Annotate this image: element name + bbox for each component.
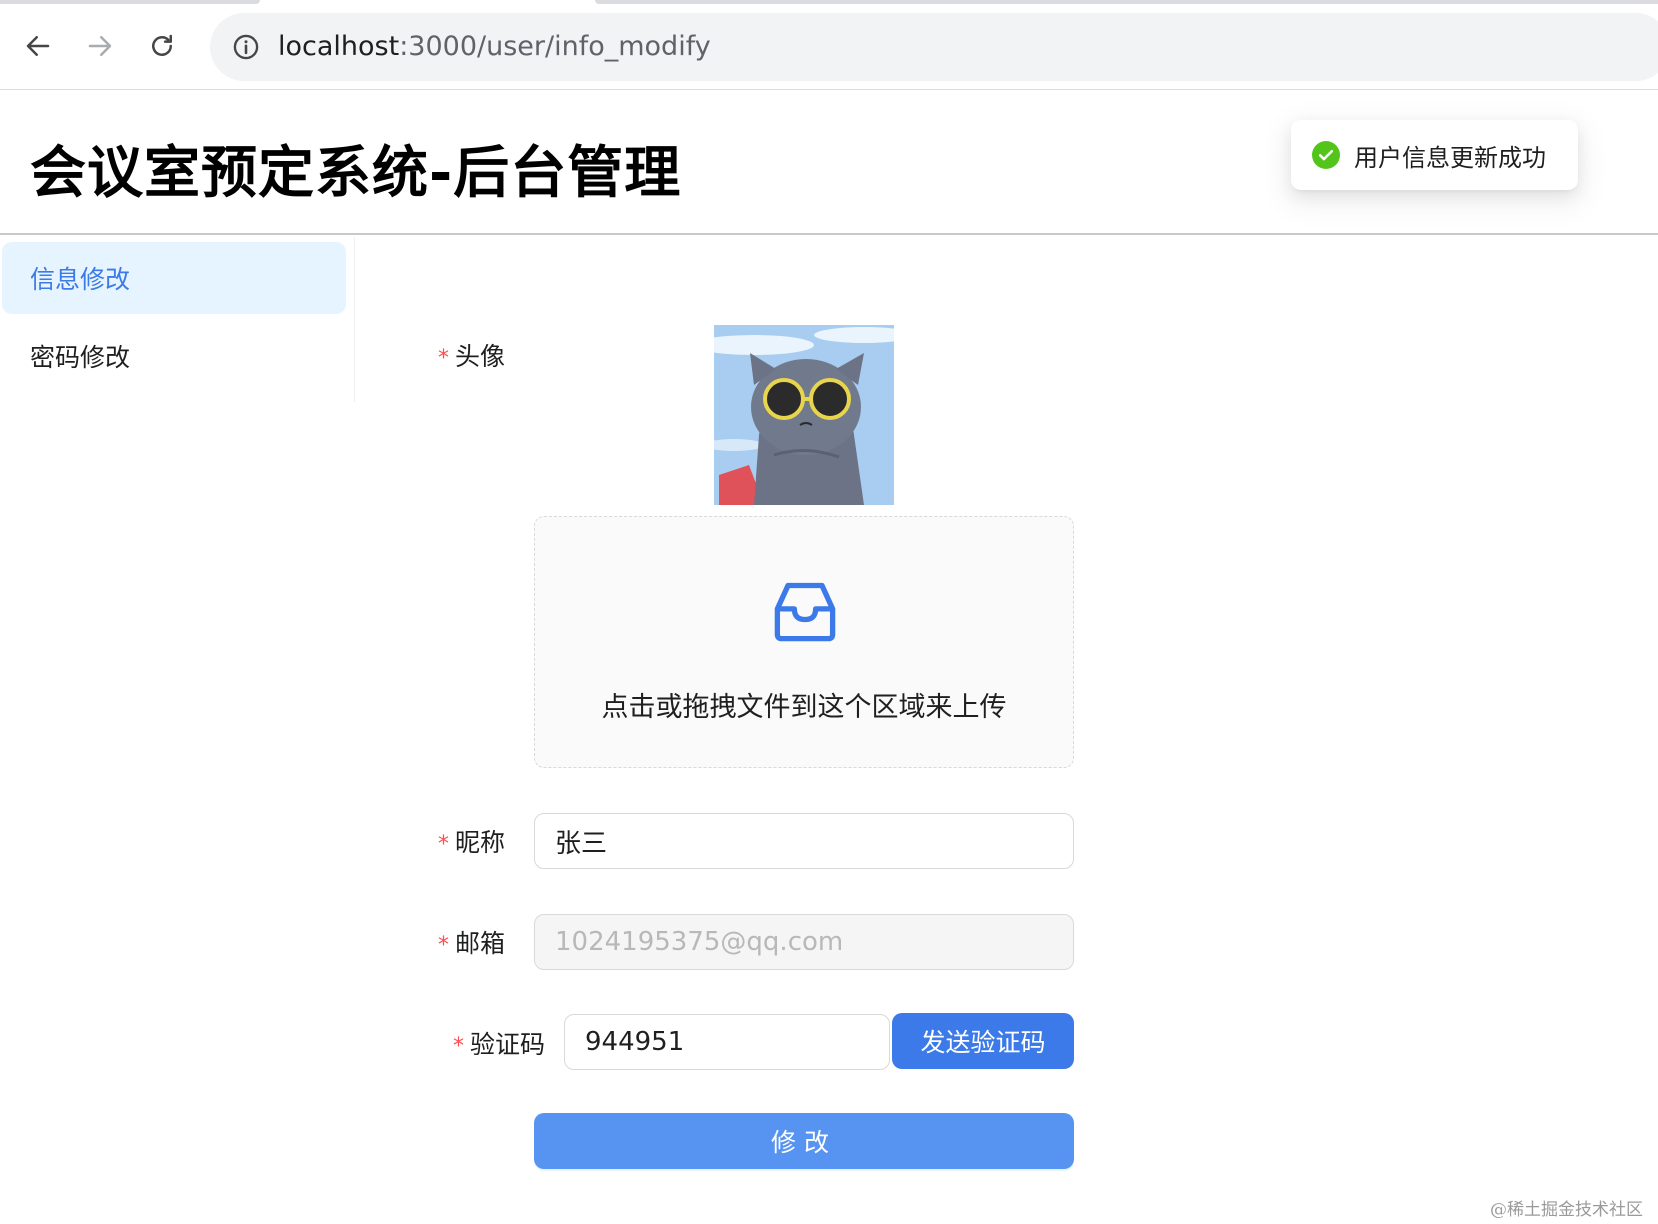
required-mark: * (438, 832, 449, 857)
url-host: localhost (278, 31, 400, 62)
page-title: 会议室预定系统-后台管理 (30, 141, 682, 206)
browser-toolbar: localhost:3000/user/info_modify (0, 6, 1658, 90)
check-circle-icon (1312, 141, 1340, 169)
tab-edge-right (595, 0, 1658, 4)
captcha-input[interactable]: 944951 (564, 1014, 890, 1070)
sidebar-item-label: 信息修改 (30, 265, 131, 294)
captcha-label: * 验证码 (453, 1025, 545, 1061)
email-input: 1024195375@qq.com (534, 914, 1074, 970)
reload-button[interactable] (142, 26, 182, 66)
arrow-left-icon (26, 36, 50, 56)
required-mark: * (438, 933, 449, 958)
submit-button[interactable]: 修改 (534, 1113, 1074, 1169)
forward-button[interactable] (80, 26, 120, 66)
upload-dropzone[interactable]: 点击或拖拽文件到这个区域来上传 (534, 516, 1074, 768)
cat-avatar-image (714, 325, 894, 505)
avatar (714, 325, 894, 505)
upload-hint: 点击或拖拽文件到这个区域来上传 (601, 692, 1007, 723)
address-bar[interactable]: localhost:3000/user/info_modify (210, 13, 1658, 81)
back-button[interactable] (18, 26, 58, 66)
toast-message: 用户信息更新成功 (1354, 143, 1546, 172)
arrow-right-icon (88, 36, 112, 56)
url-path: :3000/user/info_modify (399, 31, 711, 62)
reload-icon (152, 34, 172, 56)
watermark: @稀土掘金技术社区 (1490, 1200, 1643, 1220)
inbox-icon (774, 582, 836, 642)
nickname-label: * 昵称 (438, 823, 505, 859)
captcha-label-text: 验证码 (470, 1030, 546, 1059)
send-code-button[interactable]: 发送验证码 (892, 1013, 1074, 1069)
required-mark: * (453, 1034, 464, 1059)
sidebar-item-info-modify[interactable]: 信息修改 (2, 242, 346, 314)
avatar-label: * 头像 (438, 337, 505, 373)
tab-edge-left (0, 0, 260, 4)
url-text: localhost:3000/user/info_modify (278, 29, 711, 65)
nickname-input[interactable]: 张三 (534, 813, 1074, 869)
success-toast: 用户信息更新成功 (1291, 120, 1578, 190)
email-label-text: 邮箱 (455, 929, 506, 958)
info-icon[interactable] (232, 33, 260, 61)
nickname-label-text: 昵称 (455, 828, 506, 857)
email-label: * 邮箱 (438, 924, 505, 960)
sidebar: 信息修改 密码修改 (0, 237, 355, 402)
required-mark: * (438, 346, 449, 371)
sidebar-item-label: 密码修改 (30, 343, 131, 372)
sidebar-item-password-modify[interactable]: 密码修改 (2, 320, 346, 392)
avatar-label-text: 头像 (455, 342, 506, 371)
